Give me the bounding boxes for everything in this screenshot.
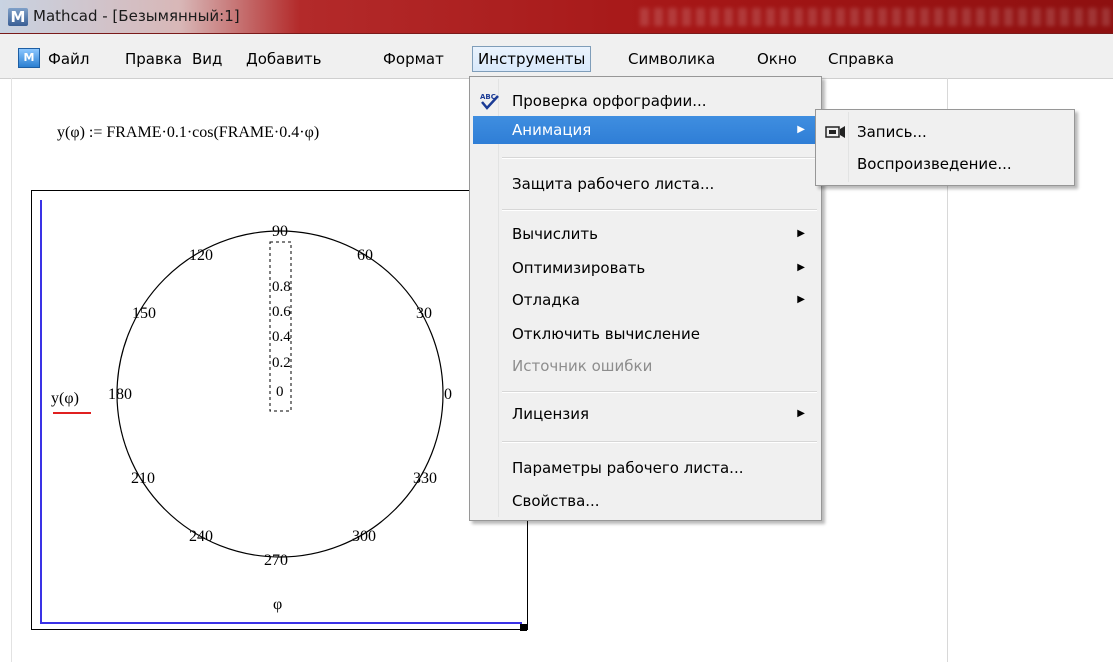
menu-item-calculate[interactable]: Вычислить ▶ xyxy=(473,220,817,248)
menu-item-label: Анимация xyxy=(512,121,592,139)
menu-window[interactable]: Окно xyxy=(757,48,797,70)
menu-view[interactable]: Вид xyxy=(192,48,222,70)
menu-item-label: Воспроизведение... xyxy=(857,155,1012,173)
angle-label-180: 180 xyxy=(108,386,132,403)
angle-label-30: 30 xyxy=(416,305,432,322)
angle-label-330: 330 xyxy=(413,470,437,487)
menu-item-label: Отладка xyxy=(512,291,580,309)
menu-item-label: Защита рабочего листа... xyxy=(512,175,715,193)
record-icon xyxy=(825,125,847,139)
menu-edit[interactable]: Правка xyxy=(125,48,182,70)
menu-item-label: Оптимизировать xyxy=(512,259,646,277)
angle-label-270: 270 xyxy=(264,552,288,569)
menu-item-label: Лицензия xyxy=(512,405,590,423)
menu-symbolics[interactable]: Символика xyxy=(628,48,715,70)
menu-item-properties[interactable]: Свойства... xyxy=(473,487,817,515)
menu-item-spellcheck[interactable]: ABC Проверка орфографии... xyxy=(473,87,817,115)
worksheet-left-border xyxy=(11,78,12,662)
menu-separator xyxy=(502,209,817,210)
radial-label-0: 0 xyxy=(276,384,284,400)
menu-item-disable-evaluation[interactable]: Отключить вычисление xyxy=(473,320,817,348)
menu-separator xyxy=(502,441,817,442)
error-underline xyxy=(53,412,91,414)
submenu-arrow-icon: ▶ xyxy=(797,294,805,305)
submenu-item-record[interactable]: Запись... xyxy=(819,118,1069,146)
menu-item-animation[interactable]: Анимация ▶ xyxy=(473,116,817,144)
menu-help[interactable]: Справка xyxy=(828,48,894,70)
radial-label-0-4: 0.4 xyxy=(272,329,291,345)
menu-item-trace-error: Источник ошибки xyxy=(473,352,817,380)
formula-definition[interactable]: y(φ) := FRAME·0.1·cos(FRAME·0.4·φ) xyxy=(57,124,319,142)
document-icon[interactable]: M xyxy=(18,48,40,68)
menu-item-label: Проверка орфографии... xyxy=(512,92,707,110)
menu-item-optimize[interactable]: Оптимизировать ▶ xyxy=(473,254,817,282)
angle-label-300: 300 xyxy=(352,528,376,545)
spellcheck-icon: ABC xyxy=(479,91,501,111)
submenu-arrow-icon: ▶ xyxy=(797,228,805,239)
menu-item-label: Свойства... xyxy=(512,492,600,510)
menu-item-label: Параметры рабочего листа... xyxy=(512,459,744,477)
angle-label-150: 150 xyxy=(132,305,156,322)
menu-item-label: Отключить вычисление xyxy=(512,325,700,343)
submenu-arrow-icon: ▶ xyxy=(797,262,805,273)
angle-label-0: 0 xyxy=(444,386,452,403)
menu-insert[interactable]: Добавить xyxy=(246,48,322,70)
menu-separator xyxy=(502,157,817,158)
menu-item-label: Вычислить xyxy=(512,225,598,243)
title-bar: M Mathcad - [Безымянный:1] xyxy=(0,0,1113,34)
menu-separator xyxy=(502,391,817,392)
menu-item-label: Источник ошибки xyxy=(512,357,653,375)
menu-item-license[interactable]: Лицензия ▶ xyxy=(473,400,817,428)
submenu-item-playback[interactable]: Воспроизведение... xyxy=(819,150,1069,178)
window-title: Mathcad - [Безымянный:1] xyxy=(33,7,240,25)
radial-label-0-2: 0.2 xyxy=(272,355,291,371)
mathcad-logo-icon: M xyxy=(8,8,28,26)
tools-dropdown-menu: ABC Проверка орфографии... Анимация ▶ За… xyxy=(469,76,822,521)
animation-submenu: Запись... Воспроизведение... xyxy=(815,109,1075,186)
menu-tools[interactable]: Инструменты xyxy=(472,46,592,72)
angle-label-90: 90 xyxy=(272,223,288,240)
radial-label-0-6: 0.6 xyxy=(272,304,291,320)
angle-label-240: 240 xyxy=(189,528,213,545)
menu-format[interactable]: Формат xyxy=(383,48,444,70)
plot-y-label[interactable]: y(φ) xyxy=(51,390,79,408)
angle-label-210: 210 xyxy=(131,470,155,487)
title-bar-blurred-area xyxy=(640,8,1110,26)
menu-item-worksheet-options[interactable]: Параметры рабочего листа... xyxy=(473,454,817,482)
angle-label-120: 120 xyxy=(189,247,213,264)
angle-label-60: 60 xyxy=(357,247,373,264)
radial-label-0-8: 0.8 xyxy=(272,279,291,295)
submenu-arrow-icon: ▶ xyxy=(797,124,805,135)
menu-item-protect-worksheet[interactable]: Защита рабочего листа... xyxy=(473,170,817,198)
menu-item-label: Запись... xyxy=(857,123,927,141)
menu-file[interactable]: Файл xyxy=(48,48,89,70)
submenu-arrow-icon: ▶ xyxy=(797,408,805,419)
plot-x-label[interactable]: φ xyxy=(273,596,282,614)
menu-item-debug[interactable]: Отладка ▶ xyxy=(473,286,817,314)
